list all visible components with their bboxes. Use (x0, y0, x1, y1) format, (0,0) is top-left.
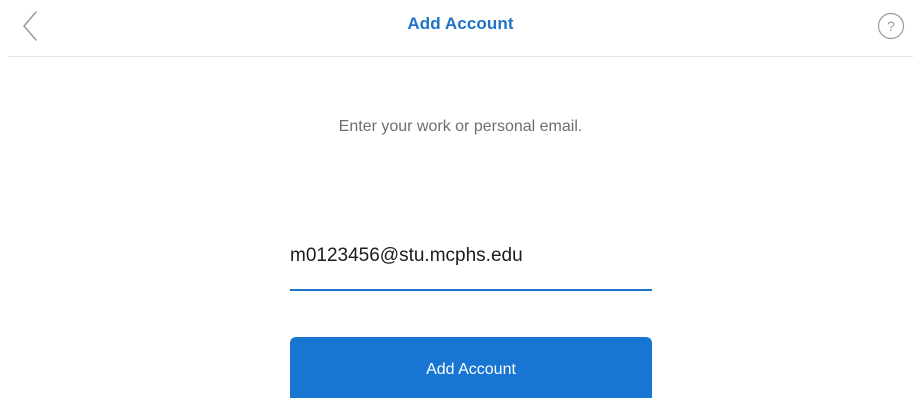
page-title: Add Account (407, 14, 514, 33)
email-field-underline (290, 289, 652, 291)
email-prompt: Enter your work or personal email. (338, 118, 583, 135)
navigation-bar: Add Account ? (0, 0, 921, 56)
email-field (290, 236, 652, 292)
header-divider (8, 56, 913, 57)
email-input[interactable] (290, 236, 652, 276)
help-button[interactable]: ? (877, 12, 905, 40)
add-account-screen: Add Account ? Enter your work or persona… (0, 0, 921, 398)
svg-text:?: ? (887, 18, 895, 34)
question-circle-icon: ? (877, 12, 905, 40)
add-account-button[interactable]: Add Account (290, 337, 652, 398)
